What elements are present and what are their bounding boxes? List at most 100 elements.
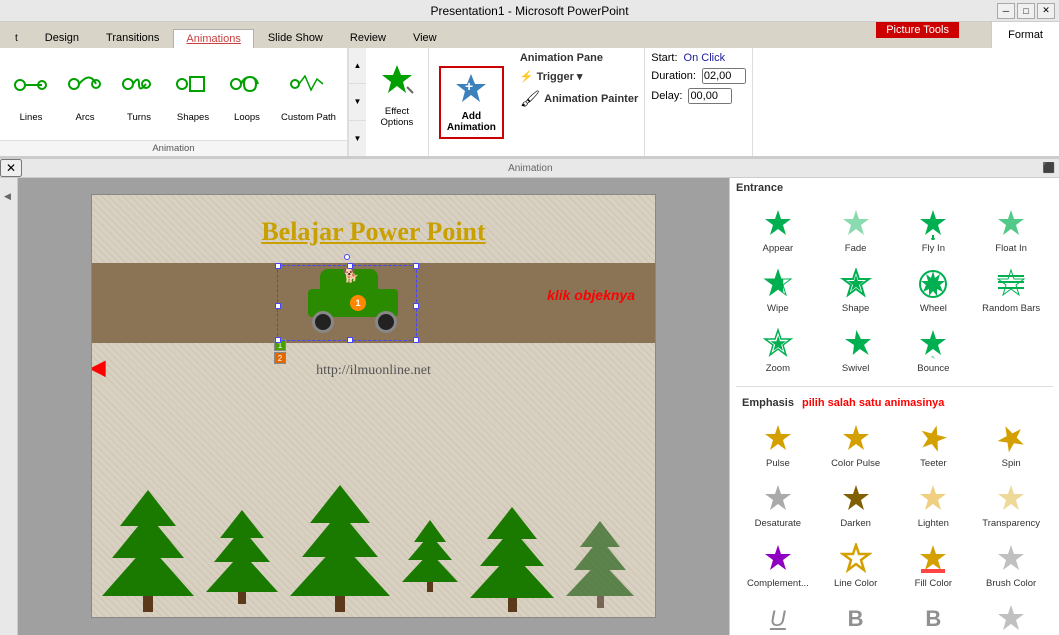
line-color-button[interactable]: Line Color [818, 537, 894, 593]
pulse-button[interactable]: Pulse [740, 417, 816, 473]
tab-format[interactable]: Format [991, 22, 1059, 48]
section-expand-button[interactable]: ⬛ [1039, 163, 1059, 174]
title-text: Presentation1 - Microsoft PowerPoint [430, 4, 628, 18]
fill-color-icon [915, 541, 951, 577]
duration-row: Duration: [651, 68, 746, 84]
appear-button[interactable]: Appear [740, 202, 816, 258]
swivel-button[interactable]: Swivel [818, 322, 894, 378]
tab-view[interactable]: View [400, 28, 450, 48]
car-wheel-left [312, 311, 334, 333]
title-bar: Presentation1 - Microsoft PowerPoint ─ □… [0, 0, 1059, 22]
wipe-button[interactable]: Wipe [740, 262, 816, 318]
tab-transitions[interactable]: Transitions [93, 28, 172, 48]
color-pulse-button[interactable]: Color Pulse [818, 417, 894, 473]
wheel-icon [915, 266, 951, 302]
main-content: ◀ Belajar Power Point 1 2 [0, 178, 1059, 635]
entrance-divider [736, 386, 1053, 387]
fill-color-button[interactable]: Fill Color [896, 537, 972, 593]
zoom-button[interactable]: Zoom [740, 322, 816, 378]
entrance-grid: Appear Fade Fly In [736, 198, 1053, 382]
animation-pane-button[interactable]: Animation Pane [520, 52, 603, 64]
add-animation-button[interactable]: + AddAnimation [439, 66, 504, 139]
loops-button[interactable]: Loops [222, 62, 272, 126]
minimize-button[interactable]: ─ [997, 3, 1015, 19]
tab-review[interactable]: Review [337, 28, 399, 48]
maximize-button[interactable]: □ [1017, 3, 1035, 19]
complement-button[interactable]: Complement... [740, 537, 816, 593]
shapes-button[interactable]: Shapes [168, 62, 218, 126]
tab-slideshow[interactable]: Slide Show [255, 28, 336, 48]
effect-options-icon [379, 61, 415, 105]
zoom-label: Zoom [766, 363, 790, 374]
pulse-label: Pulse [766, 458, 790, 469]
tree-top-5c [470, 552, 554, 598]
tab-design[interactable]: Design [32, 28, 92, 48]
timing-group: Start: On Click Duration: Delay: [645, 48, 753, 156]
desaturate-icon [760, 481, 796, 517]
add-animation-group: + AddAnimation [429, 48, 514, 156]
animation-group-body: Lines Arcs Turns Shapes [0, 48, 347, 140]
line-color-icon [838, 541, 874, 577]
tab-file[interactable]: t [2, 29, 31, 48]
random-bars-button[interactable]: Random Bars [973, 262, 1049, 318]
shape-button[interactable]: Shape [818, 262, 894, 318]
duration-input[interactable] [702, 68, 746, 84]
delay-input[interactable] [688, 88, 732, 104]
spin-icon [993, 421, 1029, 457]
shape-icon [838, 266, 874, 302]
float-in-icon [993, 206, 1029, 242]
teeter-button[interactable]: Teeter [896, 417, 972, 473]
lighten-button[interactable]: Lighten [896, 477, 972, 533]
custom-path-button[interactable]: Custom Path [276, 62, 341, 126]
pane-group-body: Animation Pane ⚡ Trigger ▾ 🖌 Animation P… [514, 48, 644, 156]
trigger-button[interactable]: ⚡ Trigger ▾ [520, 70, 583, 83]
lighten-icon [915, 481, 951, 517]
wheel-button[interactable]: Wheel [896, 262, 972, 318]
turns-button[interactable]: Turns [114, 62, 164, 126]
slide-canvas: Belajar Power Point 1 2 🐕 [91, 194, 656, 618]
bounce-icon [915, 326, 951, 362]
fade-button-entrance[interactable]: Fade [818, 202, 894, 258]
brush-color-label: Brush Color [986, 578, 1036, 589]
arcs-button[interactable]: Arcs [60, 62, 110, 126]
animation-group-footer: Animation [0, 140, 347, 156]
color-pulse-icon [838, 421, 874, 457]
tree-top-6c [566, 560, 634, 596]
start-value: On Click [684, 52, 726, 64]
lines-button[interactable]: Lines [6, 63, 56, 126]
wheel-label: Wheel [920, 303, 947, 314]
wipe-label: Wipe [767, 303, 789, 314]
wave-button[interactable]: Wave [973, 597, 1049, 635]
delay-row: Delay: [651, 88, 732, 104]
close-button[interactable]: ✕ [1037, 3, 1055, 19]
scroll-down-button[interactable]: ▼ [349, 84, 366, 120]
scroll-more-button[interactable]: ▼ [349, 121, 366, 156]
car-number: 1 [350, 295, 366, 311]
bold-flash-button[interactable]: B Bold Flash [818, 597, 894, 635]
transparency-button[interactable]: Transparency [973, 477, 1049, 533]
animation-painter-button[interactable]: Animation Painter [544, 93, 638, 105]
underline-button[interactable]: U Underline [740, 597, 816, 635]
tree-6 [566, 521, 634, 608]
tab-animations[interactable]: Animations [173, 29, 253, 48]
spin-button[interactable]: Spin [973, 417, 1049, 473]
fade-entrance-label: Fade [845, 243, 867, 254]
float-in-button[interactable]: Float In [973, 202, 1049, 258]
fly-in-button[interactable]: Fly In [896, 202, 972, 258]
fly-in-label: Fly In [922, 243, 945, 254]
transparency-icon [993, 481, 1029, 517]
scroll-up-button[interactable]: ▲ [349, 48, 366, 84]
section-close-button[interactable]: ✕ [0, 159, 22, 177]
brush-color-button[interactable]: Brush Color [973, 537, 1049, 593]
picture-tools-badge: Picture Tools [876, 22, 959, 38]
bounce-button[interactable]: Bounce [896, 322, 972, 378]
bold-reveal-button[interactable]: B Bold Reveal [896, 597, 972, 635]
tree-5 [470, 507, 554, 612]
ribbon-bar: Lines Arcs Turns Shapes [0, 48, 1059, 158]
anim-num-1: 1 [274, 339, 286, 351]
effect-options-button[interactable]: Effect Options [372, 58, 422, 131]
lines-label: Lines [20, 112, 43, 123]
tree-top-3c [290, 541, 390, 596]
darken-button[interactable]: Darken [818, 477, 894, 533]
desaturate-button[interactable]: Desaturate [740, 477, 816, 533]
